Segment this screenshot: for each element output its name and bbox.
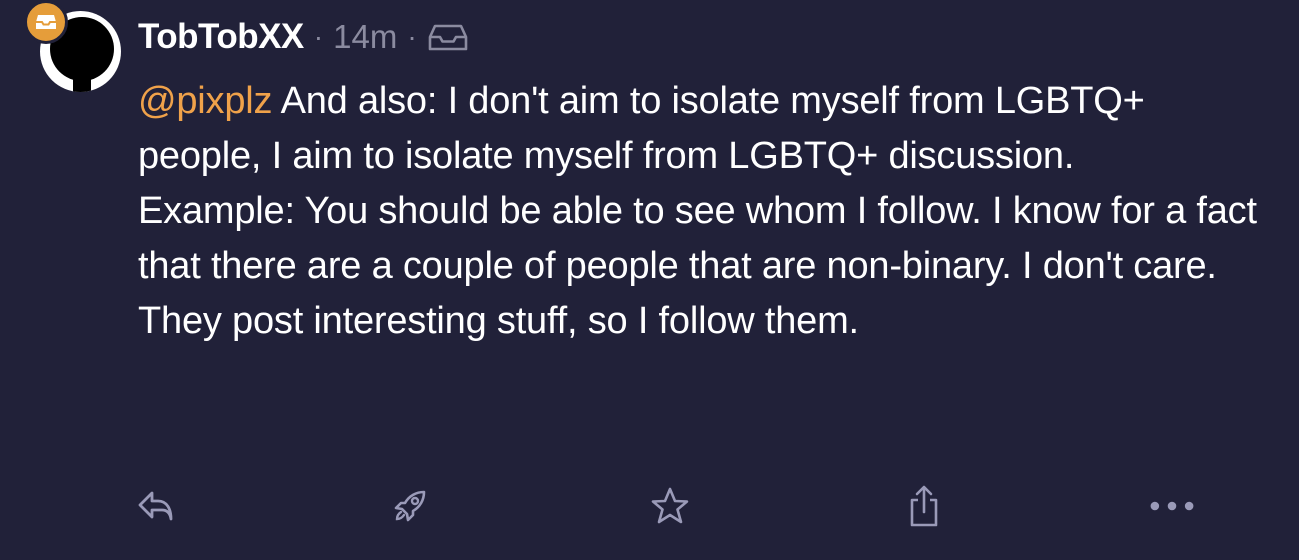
post-text: And also: I don't aim to isolate myself … (138, 80, 1145, 177)
more-icon (1150, 501, 1194, 511)
separator-dot: · (407, 21, 417, 52)
post-paragraph: @pixplz And also: I don't aim to isolate… (138, 74, 1268, 184)
action-bar (0, 482, 1299, 530)
inbox-badge-icon (36, 15, 56, 29)
inbox-icon (428, 24, 467, 51)
boost-button[interactable] (386, 482, 434, 530)
more-button[interactable] (1148, 482, 1196, 530)
separator-dot: · (313, 21, 324, 52)
post-content: @pixplz And also: I don't aim to isolate… (138, 74, 1268, 349)
share-icon (910, 485, 938, 527)
post-time[interactable]: 14m (333, 18, 397, 56)
reply-icon (138, 491, 173, 521)
account-badge (24, 0, 68, 44)
avatar-container[interactable] (24, 0, 121, 92)
boost-icon (394, 490, 426, 522)
favourite-button[interactable] (646, 482, 694, 530)
reply-button[interactable] (132, 482, 180, 530)
post-paragraph-2: Example: You should be able to see whom … (138, 190, 1257, 342)
username[interactable]: TobTobXX (138, 17, 304, 57)
post-header: TobTobXX · 14m · (138, 14, 469, 60)
favourite-icon (651, 487, 689, 524)
post-card[interactable]: TobTobXX · 14m · @pixplz And also: I don… (0, 0, 1299, 560)
share-button[interactable] (900, 482, 948, 530)
avatar-neck-shape (73, 71, 91, 92)
mention-link[interactable]: @pixplz (138, 80, 273, 122)
